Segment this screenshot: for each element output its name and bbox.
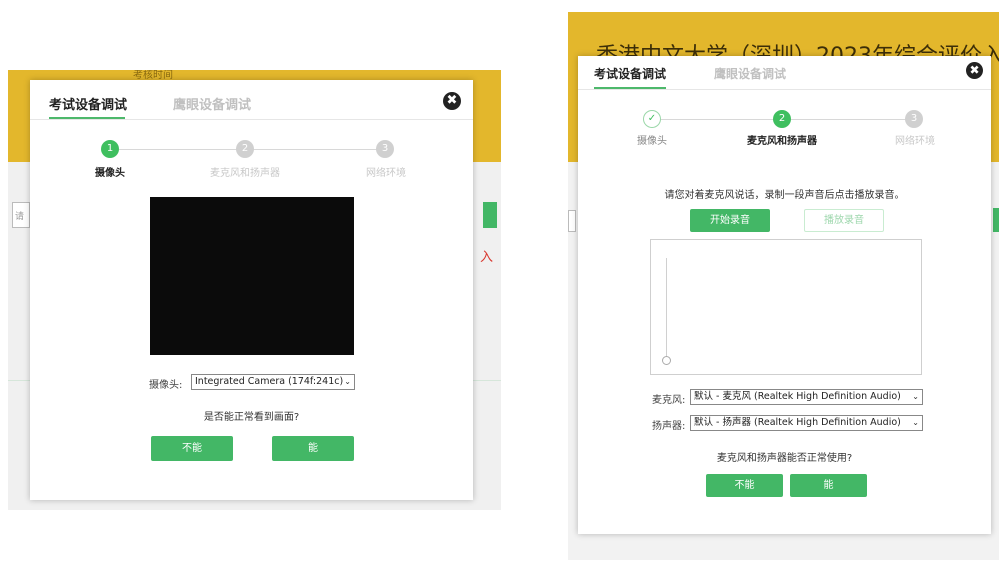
left-screenshot: 考核时间 请 入 考试设备调试 鹰眼设备调试 ✖ 1 2 3 摄像头 麦克风和扬… — [8, 70, 501, 510]
device-test-modal: 考试设备调试 鹰眼设备调试 ✖ ✓ 2 3 摄像头 麦克风和扬声器 网络环境 请… — [578, 56, 991, 534]
bg-side-text: 入 — [479, 250, 493, 265]
tab-divider — [578, 89, 991, 90]
step-3-circle: 3 — [376, 140, 394, 158]
cannot-button[interactable]: 不能 — [151, 436, 233, 461]
close-icon[interactable]: ✖ — [966, 62, 983, 79]
step-2-circle: 2 — [773, 110, 791, 128]
audio-question: 麦克风和扬声器能否正常使用? — [716, 453, 853, 464]
microphone-select[interactable]: 默认 - 麦克风 (Realtek High Definition Audio)… — [690, 389, 923, 405]
volume-knob-icon[interactable] — [662, 356, 671, 365]
chevron-down-icon: ⌄ — [912, 418, 919, 427]
camera-question: 是否能正常看到画面? — [203, 412, 300, 423]
step-1-label: 摄像头 — [637, 136, 667, 147]
tab-divider — [30, 119, 473, 120]
speaker-select[interactable]: 默认 - 扬声器 (Realtek High Definition Audio)… — [690, 415, 923, 431]
tab-eagle-eye-device-test[interactable]: 鹰眼设备调试 — [173, 94, 251, 113]
play-recording-button[interactable]: 播放录音 — [804, 209, 884, 232]
right-screenshot: 香港中文大学（深圳）2023年综合评价入学测试 考试设备调试 鹰眼设备调试 ✖ … — [568, 12, 999, 560]
bg-input-left: 请 — [12, 202, 30, 228]
microphone-label: 麦克风: — [652, 395, 686, 406]
camera-preview — [150, 197, 354, 355]
step-2-label: 麦克风和扬声器 — [747, 136, 817, 147]
can-button[interactable]: 能 — [790, 474, 867, 497]
close-icon[interactable]: ✖ — [443, 92, 461, 110]
tab-exam-device-test[interactable]: 考试设备调试 — [594, 65, 666, 82]
step-3-label: 网络环境 — [366, 168, 406, 179]
bg-button-right — [483, 202, 497, 228]
speaker-label: 扬声器: — [652, 421, 686, 432]
camera-select[interactable]: Integrated Camera (174f:241c) ⌄ — [191, 374, 355, 390]
chevron-down-icon: ⌄ — [344, 377, 351, 386]
chevron-down-icon: ⌄ — [912, 392, 919, 401]
step-1-check-icon: ✓ — [643, 110, 661, 128]
step-3-label: 网络环境 — [895, 136, 935, 147]
step-1-label: 摄像头 — [95, 168, 125, 179]
step-3-circle: 3 — [905, 110, 923, 128]
step-2-circle: 2 — [236, 140, 254, 158]
device-test-modal: 考试设备调试 鹰眼设备调试 ✖ 1 2 3 摄像头 麦克风和扬声器 网络环境 摄… — [30, 80, 473, 500]
start-recording-button[interactable]: 开始录音 — [690, 209, 770, 232]
bg-button-right — [993, 208, 999, 232]
step-2-label: 麦克风和扬声器 — [210, 168, 280, 179]
record-instruction: 请您对着麦克风说话，录制一段声音后点击播放录音。 — [664, 190, 905, 201]
can-button[interactable]: 能 — [272, 436, 354, 461]
tab-exam-device-test[interactable]: 考试设备调试 — [49, 94, 127, 113]
cannot-button[interactable]: 不能 — [706, 474, 783, 497]
bg-input-left — [568, 210, 576, 232]
audio-level-panel — [650, 239, 922, 375]
tab-eagle-eye-device-test[interactable]: 鹰眼设备调试 — [714, 65, 786, 82]
volume-track — [666, 258, 667, 358]
step-1-circle: 1 — [101, 140, 119, 158]
camera-label: 摄像头: — [149, 380, 183, 391]
